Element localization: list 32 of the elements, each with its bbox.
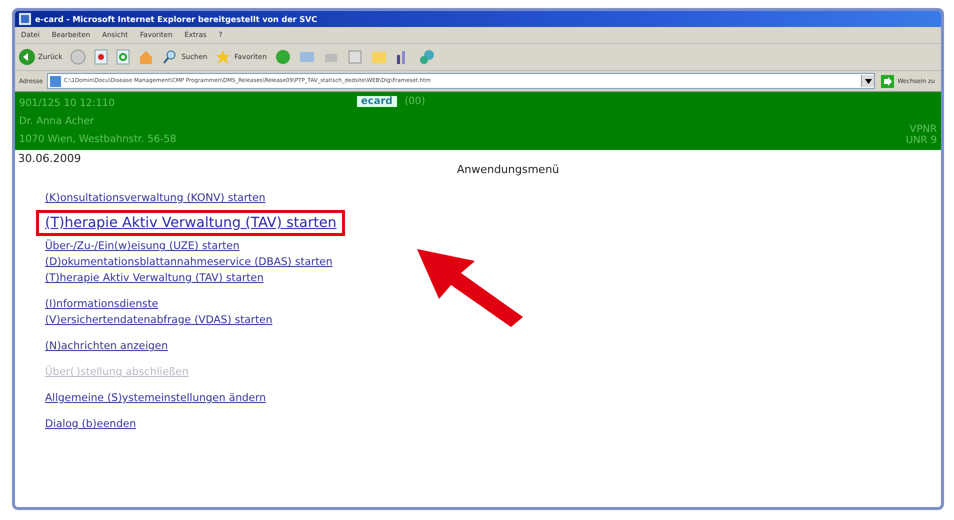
star-icon bbox=[215, 49, 232, 65]
dropdown-button[interactable] bbox=[861, 75, 874, 87]
menu-link[interactable]: (N)achrichten anzeigen bbox=[45, 340, 168, 352]
header-text: 1070 Wien, Westbahnstr. 56-58 bbox=[19, 134, 176, 144]
menu-link[interactable]: Dialog (b)eenden bbox=[45, 418, 136, 430]
caret-icon bbox=[864, 78, 872, 84]
page-icon bbox=[50, 76, 61, 86]
header-text: (00) bbox=[404, 96, 426, 107]
menu-link[interactable]: (D)okumentationsblattannahmeservice (DBAS) starten bbox=[45, 256, 333, 268]
date-text: 30.06.2009 bbox=[17, 151, 82, 165]
page-title: Anwendungsmenü bbox=[456, 163, 560, 176]
window-title: e-card - Microsoft Internet Explorer bereitgestellt von der SVC bbox=[35, 14, 318, 24]
refresh-icon[interactable] bbox=[116, 49, 130, 65]
menu-link[interactable]: (T)herapie Aktiv Verwaltung (TAV) starten bbox=[45, 272, 264, 284]
menu-link[interactable]: Allgemeine (S)ystemeinstellungen ändern bbox=[45, 392, 266, 404]
menu-link[interactable]: Über-/Zu-/Ein(w)eisung (UZE) starten bbox=[45, 240, 240, 252]
menu-link[interactable]: (V)ersichertendatenabfrage (VDAS) starten bbox=[45, 314, 272, 326]
menu-link[interactable]: (K)onsultationsverwaltung (KONV) starten bbox=[45, 192, 266, 204]
network-icon[interactable] bbox=[418, 49, 435, 65]
header-text: 901/125 10 12:110 bbox=[19, 98, 116, 108]
logo: ecard bbox=[357, 96, 397, 107]
header-text: UNR 9 bbox=[906, 135, 937, 146]
menu-link[interactable]: (I)nformationsdienste bbox=[45, 298, 158, 310]
forward-icon[interactable] bbox=[70, 49, 86, 65]
header-text: VPNR bbox=[910, 124, 937, 135]
home-icon[interactable] bbox=[138, 49, 154, 65]
arrow-icon bbox=[881, 74, 894, 88]
page-icon bbox=[19, 13, 31, 25]
stop-icon[interactable] bbox=[94, 49, 108, 65]
header-text: Dr. Anna Acher bbox=[19, 116, 95, 126]
search-icon bbox=[162, 49, 178, 65]
menu-link[interactable]: (T)herapie Aktiv Verwaltung (TAV) starten bbox=[36, 210, 346, 236]
